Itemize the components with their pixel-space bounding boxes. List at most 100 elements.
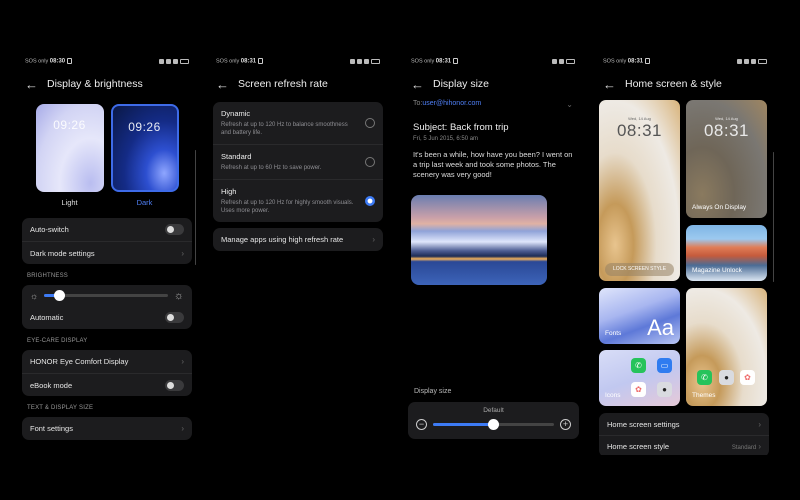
icons-tile[interactable]: ✆ ▭ ✿ ● Icons xyxy=(599,350,680,406)
font-settings-row[interactable]: Font settings › xyxy=(22,417,192,440)
phone-app-icon: ✆ xyxy=(631,358,646,373)
brightness-slider-handle[interactable] xyxy=(53,290,65,301)
carrier-text: SOS only xyxy=(216,58,240,65)
manage-apps-label: Manage apps using high refresh rate xyxy=(221,235,344,245)
plus-circle-icon[interactable]: + xyxy=(560,418,571,430)
carrier-text: SOS only xyxy=(25,58,49,65)
option-description: Refresh at up to 60 Hz to save power. xyxy=(221,165,322,172)
wifi-icon xyxy=(166,58,171,64)
gallery-app-icon: ✿ xyxy=(740,370,755,385)
automatic-label: Automatic xyxy=(30,313,64,322)
refresh-option-dynamic[interactable]: Dynamic Refresh at up to 120 Hz to balanc… xyxy=(213,102,383,144)
back-arrow-icon[interactable]: ← xyxy=(603,78,616,91)
option-description: Refresh at up to 120 Hz to balance smoot… xyxy=(221,122,348,137)
ebook-mode-row[interactable]: eBook mode xyxy=(22,373,192,396)
sim-icon xyxy=(453,57,459,64)
home-screen-style-screen: SOS only 08:31 ← Home screen & style Wed… xyxy=(595,50,775,455)
themes-tile[interactable]: ✆ ● ✿ Themes xyxy=(686,288,767,406)
display-size-value: Default xyxy=(483,407,504,414)
manage-apps-row[interactable]: Manage apps using high refresh rate › xyxy=(213,228,383,251)
phone-app-icon: ✆ xyxy=(697,370,712,385)
page-title: Home screen & style xyxy=(625,78,722,90)
option-description: Refresh at up to 120 Hz for highly smoot… xyxy=(221,200,354,215)
status-bar: SOS only 08:31 xyxy=(595,50,775,72)
display-size-slider-handle[interactable] xyxy=(488,418,499,430)
auto-switch-toggle[interactable] xyxy=(165,224,184,235)
status-time: 08:31 xyxy=(627,58,644,65)
dark-mode-settings-row[interactable]: Dark mode settings › xyxy=(22,241,192,264)
home-screen-settings-row[interactable]: Home screen settings › xyxy=(599,413,769,435)
status-time: 08:30 xyxy=(49,58,66,65)
home-screen-style-row[interactable]: Home screen style Standard › xyxy=(599,435,769,455)
radio-button[interactable] xyxy=(365,157,375,168)
dark-theme-thumbnail[interactable]: 09:26 xyxy=(110,104,179,192)
always-on-display-tile[interactable]: Wed, 14 Aug 08:31 Always On Display xyxy=(686,100,767,218)
sim-status-icon xyxy=(364,58,369,64)
lock-screen-style-button[interactable]: LOCK SCREEN STYLE xyxy=(605,263,674,276)
fonts-tile[interactable]: Fonts Aa xyxy=(599,288,680,344)
theme-light-option[interactable]: 09:26 Light xyxy=(35,104,104,207)
light-theme-thumbnail[interactable]: 09:26 xyxy=(35,104,104,192)
theme-dark-option[interactable]: 09:26 Dark xyxy=(110,104,179,207)
chevron-right-icon: › xyxy=(181,248,184,258)
page-title: Display & brightness xyxy=(47,78,143,90)
sim-status-icon xyxy=(173,58,178,64)
back-arrow-icon[interactable]: ← xyxy=(25,78,38,91)
themes-label: Themes xyxy=(692,392,716,399)
chevron-right-icon: › xyxy=(372,235,375,245)
nfc-icon xyxy=(552,58,557,64)
mountain-lake-photo xyxy=(411,195,547,286)
nfc-icon xyxy=(159,58,164,64)
automatic-row[interactable]: Automatic xyxy=(22,306,192,329)
minus-circle-icon[interactable]: − xyxy=(416,418,427,430)
option-title: Dynamic xyxy=(221,109,251,118)
display-size-label: Display size xyxy=(414,388,452,395)
aod-label: Always On Display xyxy=(692,204,747,211)
status-bar: SOS only 08:31 xyxy=(208,50,388,72)
to-address-link: user@hihonor.com xyxy=(422,100,482,107)
font-settings-label: Font settings xyxy=(30,424,73,433)
back-arrow-icon[interactable]: ← xyxy=(411,78,424,91)
battery-icon xyxy=(758,58,767,64)
auto-switch-row[interactable]: Auto-switch xyxy=(22,218,192,241)
carrier-text: SOS only xyxy=(603,58,627,65)
email-subject: Subject: Back from trip xyxy=(413,122,509,133)
to-prefix: To: xyxy=(413,100,423,107)
lock-screen-style-tile[interactable]: Wed, 14 Aug 08:31 LOCK SCREEN STYLE xyxy=(599,100,680,281)
eye-comfort-row[interactable]: HONOR Eye Comfort Display › xyxy=(22,350,192,373)
refresh-option-high[interactable]: High Refresh at up to 120 Hz for highly s… xyxy=(213,179,383,222)
brightness-slider[interactable] xyxy=(44,290,168,301)
scrollbar[interactable] xyxy=(194,150,196,265)
radio-button[interactable] xyxy=(365,118,375,129)
thumbnail-clock: 09:26 xyxy=(53,118,86,132)
refresh-option-standard[interactable]: Standard Refresh at up to 60 Hz to save p… xyxy=(213,144,383,179)
auto-switch-label: Auto-switch xyxy=(30,225,69,234)
email-body: It's been a while, how have you been? I … xyxy=(413,150,573,179)
display-size-slider[interactable] xyxy=(433,418,554,430)
magazine-unlock-tile[interactable]: Magazine Unlock xyxy=(686,225,767,281)
option-title: High xyxy=(221,187,237,197)
home-screen-style-value: Standard xyxy=(731,445,757,451)
back-arrow-icon[interactable]: ← xyxy=(216,78,229,91)
automatic-toggle[interactable] xyxy=(165,312,184,323)
display-size-control: Default − + xyxy=(408,402,579,439)
ebook-mode-toggle[interactable] xyxy=(165,379,184,391)
sim-icon xyxy=(258,57,264,64)
scrollbar[interactable] xyxy=(772,152,774,282)
sim-status-icon xyxy=(751,58,756,64)
tile-time: 08:31 xyxy=(616,121,663,140)
brightness-slider-row: ☼ ☼ xyxy=(22,285,192,306)
option-title: Standard xyxy=(221,152,252,162)
sun-small-icon: ☼ xyxy=(30,290,39,301)
chevron-right-icon: › xyxy=(181,424,184,433)
refresh-rate-screen: SOS only 08:31 ← Screen refresh rate Dyn… xyxy=(208,50,388,455)
email-recipient: To:user@hihonor.com ⌄ xyxy=(413,100,573,109)
home-screen-settings-label: Home screen settings xyxy=(607,419,680,429)
chevron-right-icon: › xyxy=(758,442,761,451)
wifi-icon xyxy=(559,58,564,64)
radio-button-selected[interactable] xyxy=(365,196,375,207)
sun-large-icon: ☼ xyxy=(173,289,184,302)
eye-care-header: EYE-CARE DISPLAY xyxy=(27,338,88,344)
nfc-icon xyxy=(350,58,355,64)
theme-dark-label: Dark xyxy=(136,198,153,207)
